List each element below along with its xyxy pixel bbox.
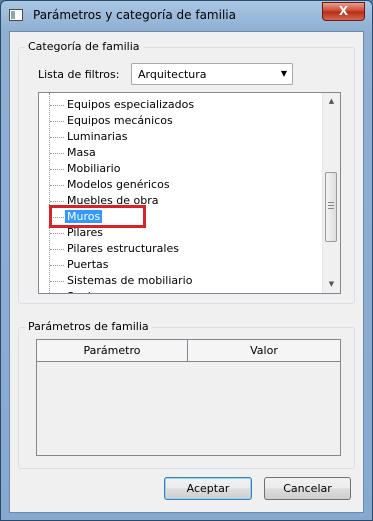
dialog-window: Parámetros y categoría de familia X Cate…	[0, 0, 373, 521]
tree-item-label: Equipos especializados	[67, 98, 195, 111]
tree-item[interactable]: Sistemas de mobiliario	[39, 273, 323, 289]
annotation-highlight-box	[49, 205, 146, 228]
column-header-valor[interactable]: Valor	[188, 340, 340, 361]
column-header-parametro[interactable]: Parámetro	[37, 340, 188, 361]
cancel-button[interactable]: Cancelar	[264, 477, 351, 500]
tree-item-label: Mobiliario	[67, 162, 121, 175]
tree-scrollbar[interactable]: ▲ ▼	[322, 93, 340, 293]
close-button[interactable]: X	[322, 2, 365, 21]
scrollbar-thumb[interactable]	[325, 172, 337, 242]
tree-item[interactable]: Pilares estructurales	[39, 241, 323, 257]
tree-item[interactable]: Masa	[39, 145, 323, 161]
tree-item[interactable]: Equipos especializados	[39, 97, 323, 113]
filter-label: Lista de filtros:	[38, 68, 120, 81]
grip-icon	[328, 202, 334, 210]
scroll-up-arrow-icon[interactable]: ▲	[323, 93, 340, 110]
scroll-down-arrow-icon[interactable]: ▼	[323, 276, 340, 293]
tree-item-label: Suelos	[67, 290, 103, 293]
dialog-body: Categoría de familia Lista de filtros: A…	[9, 31, 364, 513]
tree-item[interactable]: Equipos mecánicos	[39, 113, 323, 129]
tree-item-label: Luminarias	[67, 130, 128, 143]
tree-item[interactable]: Suelos	[39, 289, 323, 293]
tree-item-label: Puertas	[67, 258, 109, 271]
params-table[interactable]: Parámetro Valor	[36, 339, 341, 456]
params-group-label: Parámetros de familia	[25, 320, 152, 333]
params-table-header: Parámetro Valor	[37, 340, 340, 362]
window-title: Parámetros y categoría de familia	[33, 8, 236, 22]
filter-dropdown[interactable]: Arquitectura ▼	[131, 63, 293, 85]
tree-item-label: Sistemas de mobiliario	[67, 274, 193, 287]
accept-button[interactable]: Aceptar	[164, 477, 252, 500]
tree-item-label: Pilares estructurales	[67, 242, 179, 255]
tree-item-list: Equipos especializados Equipos mecánicos L…	[39, 97, 323, 293]
tree-item-label: Modelos genéricos	[67, 178, 170, 191]
title-bar[interactable]: Parámetros y categoría de familia X	[1, 1, 372, 31]
tree-item[interactable]: Modelos genéricos	[39, 177, 323, 193]
category-tree[interactable]: Equipos especializados Equipos mecánicos L…	[38, 92, 341, 294]
category-group-label: Categoría de familia	[25, 40, 143, 53]
tree-item-label: Masa	[67, 146, 96, 159]
tree-item-label: Equipos mecánicos	[67, 114, 173, 127]
tree-item[interactable]: Mobiliario	[39, 161, 323, 177]
chevron-down-icon[interactable]: ▼	[281, 69, 287, 78]
app-icon	[9, 9, 23, 21]
tree-item[interactable]: Puertas	[39, 257, 323, 273]
tree-item[interactable]: Luminarias	[39, 129, 323, 145]
filter-dropdown-value: Arquitectura	[138, 68, 207, 81]
